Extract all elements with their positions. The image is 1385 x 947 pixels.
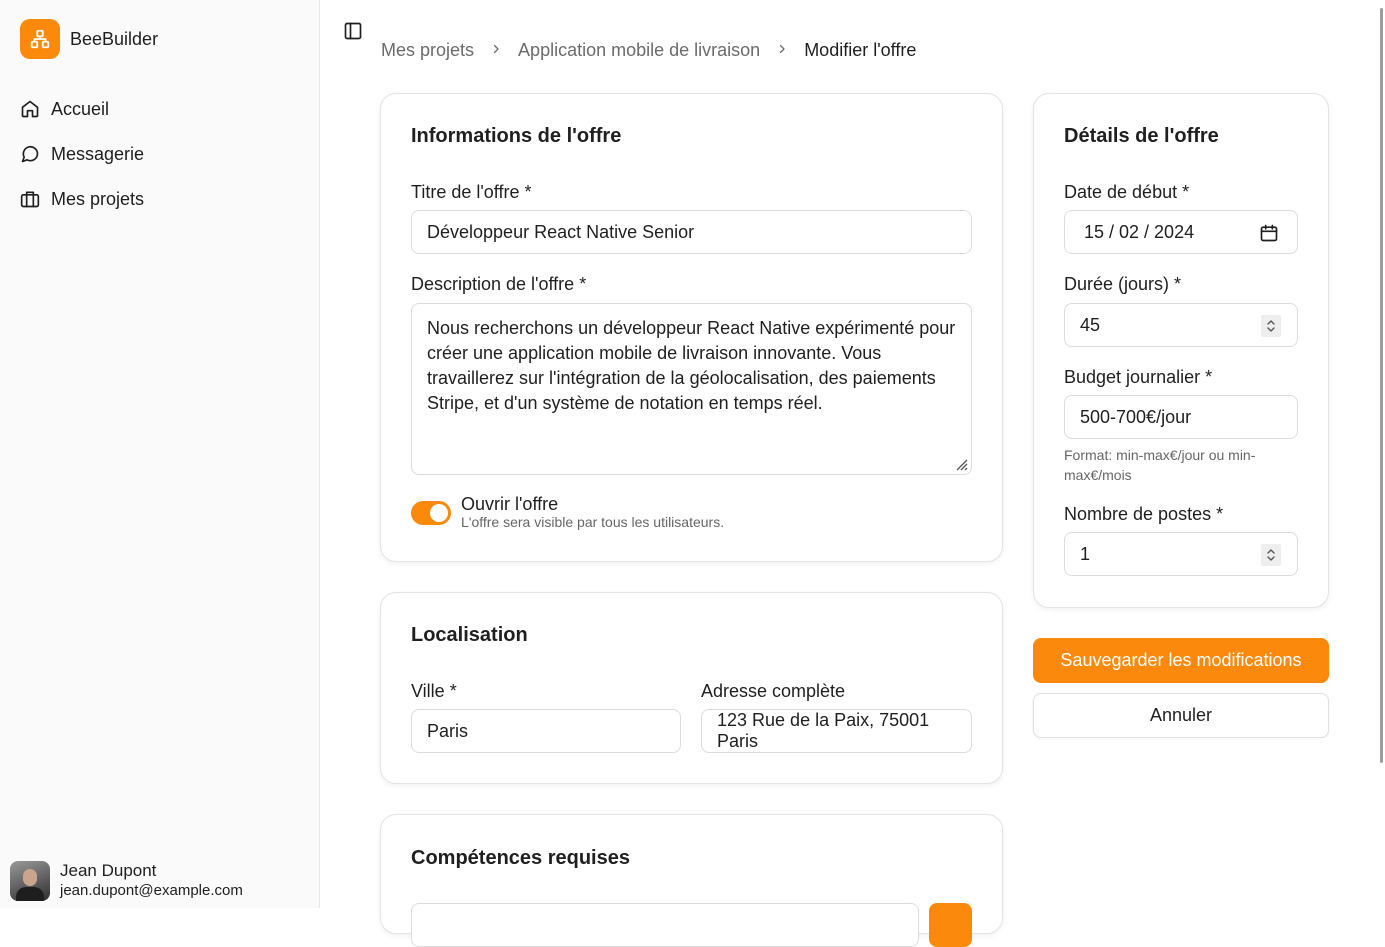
positions-stepper[interactable]: [1261, 544, 1281, 566]
offer-description-textarea[interactable]: Nous recherchons un développeur React Na…: [411, 303, 972, 475]
address-value: 123 Rue de la Paix, 75001 Paris: [717, 710, 930, 751]
scrollbar-thumb[interactable]: [1380, 8, 1383, 763]
duration-stepper[interactable]: [1261, 315, 1281, 337]
breadcrumb: Mes projets Application mobile de livrai…: [381, 40, 916, 61]
duration-label: Durée (jours) *: [1064, 274, 1182, 294]
user-email: jean.dupont@example.com: [60, 882, 243, 899]
up-down-arrows-icon: [1267, 320, 1275, 332]
sidebar-toggle-icon: [344, 22, 362, 40]
sidebar-item-label: Mes projets: [51, 188, 145, 209]
home-icon: [21, 100, 39, 118]
address-input[interactable]: 123 Rue de la Paix, 75001 Paris: [701, 709, 972, 753]
breadcrumb-mes-projets[interactable]: Mes projets: [381, 40, 474, 61]
start-date-value: 15 / 02 / 2024: [1084, 221, 1195, 242]
open-offer-toggle[interactable]: [411, 501, 451, 525]
cancel-button[interactable]: Annuler: [1033, 693, 1329, 738]
sidebar-item-messagerie[interactable]: Messagerie: [20, 139, 144, 169]
city-value: Paris: [427, 720, 469, 741]
open-offer-description: L'offre sera visible par tous les utilis…: [461, 514, 725, 530]
duration-value: 45: [1080, 314, 1101, 335]
bee-logo-icon: [20, 19, 60, 59]
toggle-sidebar-button[interactable]: [343, 21, 363, 41]
offer-details-title: Détails de l'offre: [1064, 125, 1219, 147]
breadcrumb-current: Modifier l'offre: [804, 40, 917, 60]
offer-info-title: Informations de l'offre: [411, 125, 622, 147]
budget-hint: Format: min-max€/jour ou min-max€/mois: [1064, 447, 1256, 483]
save-button[interactable]: Sauvegarder les modifications: [1033, 638, 1329, 683]
address-label: Adresse complète: [701, 681, 846, 701]
brand-name: BeeBuilder: [70, 28, 159, 49]
up-down-arrows-icon: [1267, 549, 1275, 561]
positions-label: Nombre de postes *: [1064, 504, 1224, 524]
offer-title-value: Développeur React Native Senior: [427, 221, 695, 242]
message-icon: [21, 145, 39, 163]
offer-description-label: Description de l'offre *: [411, 274, 587, 294]
resize-grip-icon[interactable]: [954, 457, 968, 471]
sidebar-item-accueil[interactable]: Accueil: [20, 94, 144, 124]
positions-value: 1: [1080, 543, 1091, 564]
offer-title-input[interactable]: Développeur React Native Senior: [411, 210, 972, 254]
start-date-input[interactable]: 15 / 02 / 2024: [1064, 210, 1298, 254]
city-input[interactable]: Paris: [411, 709, 681, 753]
sidebar-item-label: Messagerie: [51, 143, 145, 164]
breadcrumb-project[interactable]: Application mobile de livraison: [518, 40, 760, 61]
offer-description-value: Nous recherchons un développeur React Na…: [427, 318, 956, 413]
user-profile[interactable]: Jean Dupont jean.dupont@example.com: [10, 861, 243, 901]
location-title: Localisation: [411, 624, 528, 646]
sidebar-item-mes-projets[interactable]: Mes projets: [20, 184, 144, 214]
avatar: [10, 861, 50, 901]
add-skill-button[interactable]: [929, 903, 972, 947]
calendar-icon[interactable]: [1259, 223, 1279, 243]
offer-info-card: Informations de l'offre Titre de l'offre…: [380, 93, 1003, 562]
positions-input[interactable]: 1: [1064, 532, 1298, 576]
scrollbar[interactable]: [1377, 0, 1385, 908]
sidebar-item-label: Accueil: [51, 98, 110, 119]
budget-input[interactable]: 500-700€/jour: [1064, 395, 1298, 439]
city-label: Ville *: [411, 681, 457, 701]
sidebar: BeeBuilder Accueil Messagerie Mes projet…: [0, 0, 320, 908]
open-offer-label: Ouvrir l'offre: [461, 494, 559, 514]
budget-label: Budget journalier *: [1064, 367, 1213, 387]
chevron-right-icon: [490, 42, 502, 60]
offer-details-card: Détails de l'offre Date de début * 15 / …: [1033, 93, 1329, 608]
brand[interactable]: BeeBuilder: [20, 19, 158, 59]
briefcase-icon: [20, 191, 40, 208]
start-date-label: Date de début *: [1064, 182, 1190, 202]
sidebar-nav: Accueil Messagerie Mes projets: [20, 94, 144, 229]
location-card: Localisation Ville * Paris Adresse compl…: [380, 592, 1003, 784]
offer-title-label: Titre de l'offre *: [411, 182, 532, 202]
skill-input[interactable]: [411, 903, 919, 947]
budget-value: 500-700€/jour: [1080, 406, 1192, 427]
skills-title: Compétences requises: [411, 847, 630, 869]
chevron-right-icon: [776, 42, 788, 60]
skills-card: Compétences requises: [380, 814, 1003, 947]
duration-input[interactable]: 45: [1064, 303, 1298, 347]
user-name: Jean Dupont: [60, 861, 157, 880]
